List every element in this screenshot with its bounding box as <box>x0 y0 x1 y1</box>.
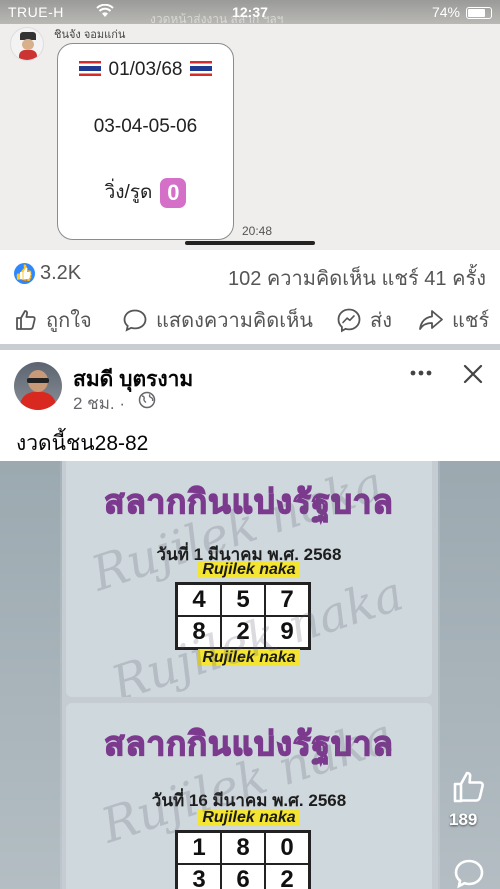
grid-digit: 8 <box>221 832 265 864</box>
message-date: 01/03/68 <box>108 59 183 80</box>
status-bar: TRUE-H 12:37 74% งวดหน้าส่งงาน สลาก ฯลฯ <box>0 0 500 24</box>
chat-sender-avatar <box>10 27 44 61</box>
media-side-blur-left <box>0 461 62 889</box>
lottery-number-grid: 1 8 0 3 6 2 <box>175 830 311 889</box>
share-label: แชร์ <box>452 310 490 332</box>
post-media[interactable]: สลากกินแบ่งรัฐบาล วันที่ 1 มีนาคม พ.ศ. 2… <box>0 461 500 889</box>
send-label: ส่ง <box>370 310 392 332</box>
send-button[interactable]: ส่ง <box>336 305 392 335</box>
digit-badge: 0 <box>160 177 187 208</box>
like-label: ถูกใจ <box>46 310 92 332</box>
message-run-line: วิ่ง/รูด 0 <box>58 177 233 208</box>
grid-digit: 4 <box>177 584 221 616</box>
close-button[interactable] <box>462 363 484 385</box>
thumbs-up-icon <box>453 771 484 803</box>
like-reaction-icon[interactable] <box>14 263 35 284</box>
thai-flag-icon <box>190 61 213 76</box>
post-text: งวดนี้ชน28-82 <box>16 432 149 455</box>
post-timestamp[interactable]: 2 ชม. · <box>73 390 125 417</box>
comment-button[interactable]: แสดงความคิดเห็น <box>122 305 313 335</box>
more-dots-icon <box>410 370 432 376</box>
comments-shares-count[interactable]: 102 ความคิดเห็น แชร์ 41 ครั้ง <box>228 262 486 294</box>
messenger-icon <box>337 308 361 333</box>
grid-digit: 3 <box>177 864 221 889</box>
battery-percent: 74% <box>431 4 460 20</box>
share-button[interactable]: แชร์ <box>418 305 489 335</box>
shared-chat-image[interactable]: TRUE-H 12:37 74% งวดหน้าส่งงาน สลาก ฯลฯ … <box>0 0 500 250</box>
run-digit: 0 <box>167 179 180 205</box>
comment-bubble-icon <box>123 309 147 332</box>
globe-icon <box>138 391 156 409</box>
grid-digit: 2 <box>265 864 309 889</box>
grid-digit: 0 <box>265 832 309 864</box>
home-indicator <box>185 241 315 245</box>
close-icon <box>463 364 483 384</box>
thai-flag-icon <box>78 61 101 76</box>
message-time: 20:48 <box>242 224 273 238</box>
author-avatar[interactable] <box>14 362 62 410</box>
thumbs-up-icon <box>16 310 36 330</box>
lottery-card: สลากกินแบ่งรัฐบาล วันที่ 16 มีนาคม พ.ศ. … <box>66 703 432 889</box>
comment-bubble-icon <box>454 859 484 889</box>
comment-label: แสดงความคิดเห็น <box>156 310 313 332</box>
post-separator <box>0 344 500 350</box>
battery-icon <box>466 7 492 19</box>
floating-like-count: 189 <box>449 810 478 829</box>
floating-like-button[interactable] <box>451 770 487 804</box>
message-numbers: 03-04-05-06 <box>93 116 198 137</box>
obscured-banner-text: งวดหน้าส่งงาน สลาก ฯลฯ <box>150 12 284 24</box>
grid-digit: 6 <box>221 864 265 889</box>
chat-sender-name: ชินจัง จอมแก่น <box>54 29 126 41</box>
run-label: วิ่ง/รูด <box>104 182 153 203</box>
message-date-line: 01/03/68 <box>58 59 233 81</box>
share-arrow-icon <box>419 310 443 330</box>
like-button[interactable]: ถูกใจ <box>14 305 92 335</box>
floating-comment-button[interactable] <box>452 857 486 889</box>
lottery-card: สลากกินแบ่งรัฐบาล วันที่ 1 มีนาคม พ.ศ. 2… <box>66 461 432 697</box>
grid-digit: 1 <box>177 832 221 864</box>
chat-message-bubble: 01/03/68 03-04-05-06 วิ่ง/รูด 0 <box>57 43 234 240</box>
more-options-button[interactable] <box>409 364 433 384</box>
like-count[interactable]: 3.2K <box>40 262 81 285</box>
